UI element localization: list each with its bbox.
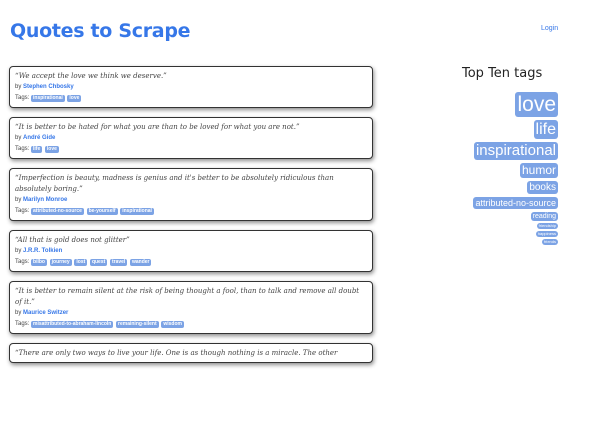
quote-text: “Imperfection is beauty, madness is geni… bbox=[15, 174, 334, 193]
top-tags-heading: Top Ten tags bbox=[462, 66, 543, 81]
quote-tags: Tags: attributed-no-source be-yourself i… bbox=[15, 206, 367, 217]
tags-label: Tags: bbox=[15, 95, 30, 101]
tag-cloud-item[interactable]: attributed-no-source bbox=[473, 197, 558, 209]
quote-text: “It is better to remain silent at the ri… bbox=[15, 287, 360, 306]
tag-cloud-item[interactable]: inspirational bbox=[473, 142, 558, 160]
tag-link[interactable]: attributed-no-source bbox=[31, 208, 84, 215]
tags-label: Tags: bbox=[15, 146, 30, 152]
tag-link[interactable]: lost bbox=[74, 259, 88, 266]
quote-byline: by J.R.R. Tolkien bbox=[15, 246, 367, 257]
by-label: by bbox=[15, 197, 22, 203]
quote-author: Maurice Switzer bbox=[23, 310, 69, 316]
quote-byline: by Maurice Switzer bbox=[15, 308, 367, 319]
tag-link[interactable]: life bbox=[31, 146, 43, 153]
tag-link[interactable]: love bbox=[44, 146, 59, 153]
tag-link[interactable]: travel bbox=[109, 259, 128, 266]
quote-text: “It is better to be hated for what you a… bbox=[15, 123, 300, 131]
quote-author: André Gide bbox=[23, 135, 56, 141]
tag-link[interactable]: inspirational bbox=[120, 208, 154, 215]
quote-byline: by André Gide bbox=[15, 133, 367, 144]
quote-tags: Tags: inspirational love bbox=[15, 93, 367, 104]
tags-label: Tags: bbox=[15, 259, 30, 265]
quote-author: Stephen Chbosky bbox=[23, 84, 74, 90]
tag-link[interactable]: wisdom bbox=[161, 321, 184, 328]
tag-link[interactable]: journey bbox=[49, 259, 72, 266]
tag-cloud-item[interactable]: friends bbox=[541, 239, 558, 245]
tag-cloud-item[interactable]: reading bbox=[530, 212, 558, 221]
quote-text: “We accept the love we think we deserve.… bbox=[15, 72, 167, 80]
by-label: by bbox=[15, 310, 22, 316]
tag-link[interactable]: remaining-silent bbox=[116, 321, 159, 328]
tag-cloud-item[interactable]: books bbox=[527, 181, 558, 194]
tag-cloud-item[interactable]: life bbox=[533, 120, 558, 139]
quote-author: J.R.R. Tolkien bbox=[23, 248, 63, 254]
tag-cloud-item[interactable]: friendship bbox=[536, 223, 558, 229]
quote-tags: Tags: bilbo journey lost quest travel wa… bbox=[15, 257, 367, 268]
quote-byline: by Marilyn Monroe bbox=[15, 195, 367, 206]
quote-list: “We accept the love we think we deserve.… bbox=[9, 66, 373, 372]
quote-tags: Tags: life love bbox=[15, 144, 367, 155]
tags-label: Tags: bbox=[15, 321, 30, 327]
tag-link[interactable]: bilbo bbox=[31, 259, 47, 266]
quote-card: “All that is gold does not glitter” by J… bbox=[9, 230, 373, 272]
tag-link[interactable]: inspirational bbox=[31, 95, 65, 102]
by-label: by bbox=[15, 248, 22, 254]
quote-text: “All that is gold does not glitter” bbox=[15, 236, 130, 244]
tag-link[interactable]: be-yourself bbox=[86, 208, 118, 215]
tag-cloud-item[interactable]: love bbox=[515, 92, 558, 117]
tag-cloud-item[interactable]: happiness bbox=[535, 231, 558, 237]
quote-text: “There are only two ways to live your li… bbox=[15, 349, 338, 357]
quote-tags: Tags: misattributed-to-abraham-lincoln r… bbox=[15, 319, 367, 330]
site-title[interactable]: Quotes to Scrape bbox=[10, 20, 191, 42]
quote-card: “Imperfection is beauty, madness is geni… bbox=[9, 168, 373, 221]
quote-card: “We accept the love we think we deserve.… bbox=[9, 66, 373, 108]
quote-card: “It is better to be hated for what you a… bbox=[9, 117, 373, 159]
tags-label: Tags: bbox=[15, 208, 30, 214]
by-label: by bbox=[15, 135, 22, 141]
tag-link[interactable]: misattributed-to-abraham-lincoln bbox=[31, 321, 114, 328]
quote-byline: by Stephen Chbosky bbox=[15, 82, 367, 93]
by-label: by bbox=[15, 84, 22, 90]
tag-cloud: love life inspirational humor books attr… bbox=[398, 92, 558, 247]
tag-link[interactable]: love bbox=[67, 95, 82, 102]
tag-link[interactable]: wander bbox=[129, 259, 152, 266]
tag-link[interactable]: quest bbox=[89, 259, 108, 266]
quote-card: “It is better to remain silent at the ri… bbox=[9, 281, 373, 334]
tag-cloud-item[interactable]: humor bbox=[519, 163, 558, 178]
login-link[interactable]: Login bbox=[541, 25, 558, 32]
quote-card: “There are only two ways to live your li… bbox=[9, 343, 373, 363]
quote-author: Marilyn Monroe bbox=[23, 197, 68, 203]
